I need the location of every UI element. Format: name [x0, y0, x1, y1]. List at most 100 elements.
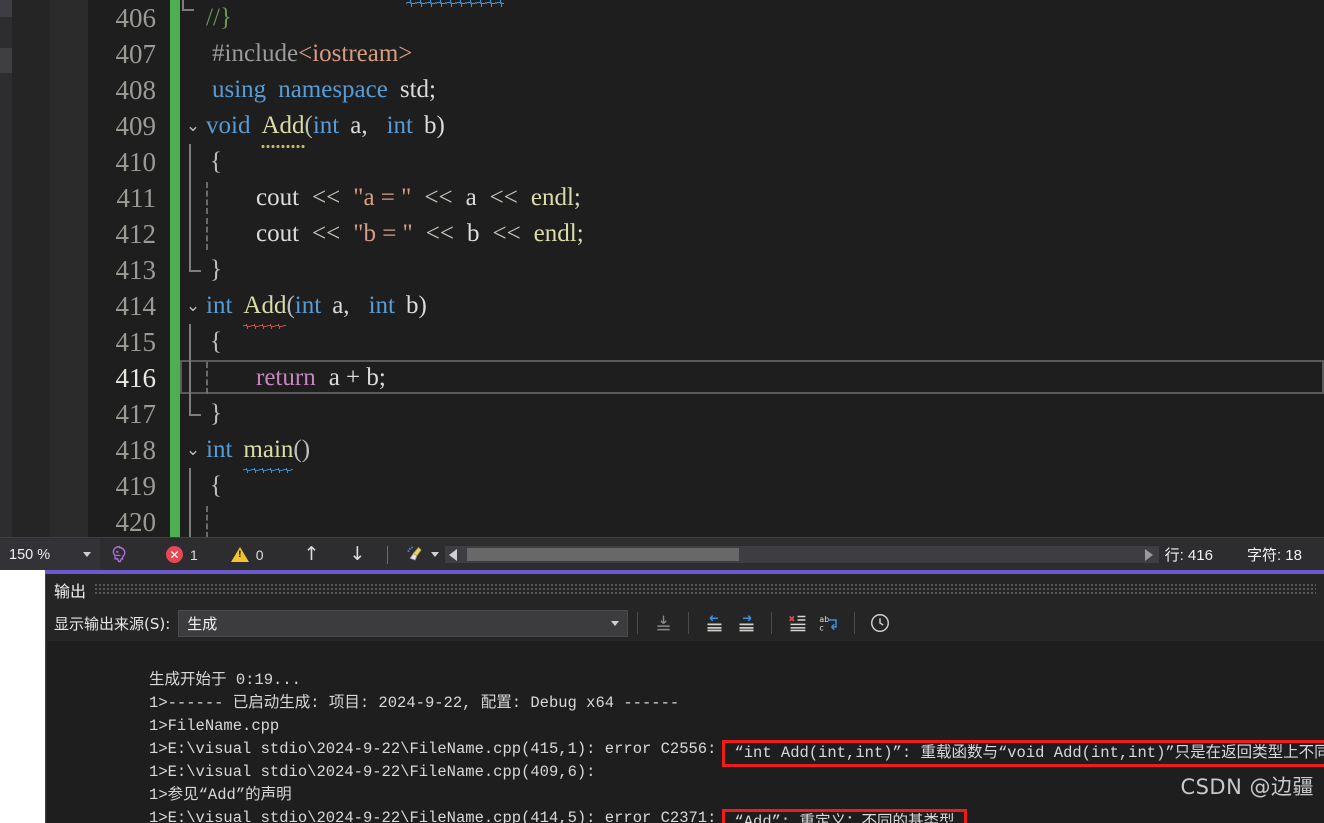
panel-left-gap — [0, 570, 45, 823]
code-line-417[interactable]: 417 } — [88, 392, 1324, 432]
code-line-412[interactable]: 412 cout << "b = " << b << endl; — [88, 216, 1324, 252]
line-number: 416 — [115, 363, 157, 393]
code-line-420[interactable]: 420 — [88, 504, 1324, 537]
code-text[interactable]: cout << "a = " << a << endl; — [180, 180, 1324, 216]
line-number: 407 — [115, 39, 157, 69]
code-text[interactable]: //} — [180, 0, 1324, 36]
scroll-left-arrow-icon[interactable] — [449, 548, 458, 561]
code-text[interactable]: { — [180, 468, 1324, 504]
code-token: int — [294, 292, 322, 319]
code-text[interactable]: } — [180, 248, 1324, 288]
code-text[interactable]: { — [180, 144, 1324, 180]
output-line[interactable]: 1>E:\visual stdio\2024-9-22\FileName.cpp… — [56, 738, 1324, 781]
error-count[interactable]: ✕ 1 — [166, 546, 198, 563]
code-line-411[interactable]: 411 cout << "a = " << a << endl; — [88, 180, 1324, 216]
code-line-416[interactable]: 416 return a + b; — [88, 360, 1324, 396]
code-line-415[interactable]: 415 { — [88, 324, 1324, 360]
change-bar — [170, 108, 180, 144]
code-line-414[interactable]: 414 ⌄ int Add ( int a, int b) — [88, 288, 1324, 329]
code-token: () — [293, 436, 311, 463]
output-line[interactable]: 1>E:\visual stdio\2024-9-22\FileName.cpp… — [56, 807, 1324, 823]
code-line-407[interactable]: 407 #include <iostream> — [88, 36, 1324, 72]
fold-chevron-down-icon[interactable]: ⌄ — [184, 441, 202, 459]
caret-line-indicator: 行: 416 — [1164, 547, 1213, 564]
error-count-value: 1 — [190, 546, 198, 563]
intellicode-icon[interactable] — [100, 544, 138, 565]
output-line-error-c2371[interactable]: 1>E:\visual stdio\2024-9-22\FileName.cpp… — [56, 784, 1324, 823]
chevron-down-icon[interactable] — [83, 552, 91, 557]
warning-count[interactable]: 0 — [230, 547, 264, 563]
code-token: namespace — [278, 76, 388, 103]
change-bar — [170, 324, 180, 360]
line-number: 418 — [115, 435, 157, 465]
code-token: Add — [261, 108, 305, 149]
code-text[interactable] — [180, 504, 1324, 537]
find-previous-icon[interactable] — [698, 609, 730, 637]
code-line-406[interactable]: 406 //} — [88, 0, 1324, 36]
code-token: return — [256, 364, 316, 391]
code-text[interactable]: ⌄ int main () — [180, 432, 1324, 473]
divider — [771, 612, 773, 634]
code-token: b) — [405, 292, 427, 319]
code-cleanup-button[interactable] — [406, 545, 440, 565]
toggle-timestamp-icon[interactable] — [864, 609, 896, 637]
horizontal-scrollbar[interactable] — [445, 546, 1159, 563]
output-panel: 输出 显示输出来源(S): 生成 ab c 生成开始于 0:19... 1>--… — [0, 570, 1324, 823]
structure-guide — [189, 180, 191, 216]
scrollbar-thumb[interactable] — [467, 548, 740, 561]
code-text[interactable]: #include <iostream> — [180, 36, 1324, 72]
code-text[interactable]: } — [180, 392, 1324, 432]
panel-drag-grip[interactable] — [95, 583, 1316, 596]
code-line-413[interactable]: 413 } — [88, 248, 1324, 288]
editor-breakpoint-gutter[interactable] — [50, 0, 88, 537]
change-bar — [170, 252, 180, 288]
code-text[interactable]: using namespace std; — [180, 72, 1324, 108]
output-source-select[interactable]: 生成 — [178, 609, 629, 637]
chevron-down-icon[interactable] — [431, 552, 440, 557]
code-token: #include — [212, 40, 299, 67]
code-editor[interactable]: 406 //} 407 #include <iostream> 408 usin… — [88, 0, 1324, 537]
code-token: { — [210, 148, 222, 175]
zoom-level-combo[interactable]: 150 % — [0, 539, 100, 570]
arrow-down-icon[interactable]: ↓ — [350, 545, 366, 564]
code-token: << — [489, 184, 518, 211]
code-line-418[interactable]: 418 ⌄ int main () — [88, 432, 1324, 473]
output-text-area[interactable]: 生成开始于 0:19... 1>------ 已启动生成: 项目: 2024-9… — [47, 641, 1324, 823]
line-number: 411 — [116, 183, 157, 213]
code-text[interactable]: ⌄ void Add ( int a, int b) — [180, 108, 1324, 149]
find-next-icon[interactable] — [730, 609, 762, 637]
code-token: endl; — [533, 220, 584, 247]
code-text[interactable]: ⌄ int Add ( int a, int b) — [180, 288, 1324, 329]
jump-to-source-icon[interactable] — [647, 609, 679, 637]
window-left-edge — [0, 0, 12, 537]
chevron-down-icon[interactable] — [611, 620, 620, 626]
code-lines: 406 //} 407 #include <iostream> 408 usin… — [88, 0, 1324, 537]
fold-chevron-down-icon[interactable]: ⌄ — [184, 297, 202, 315]
arrow-up-icon[interactable]: ↑ — [304, 545, 320, 564]
code-token: <iostream> — [298, 40, 413, 67]
code-text[interactable]: { — [180, 324, 1324, 360]
scroll-right-arrow-icon[interactable] — [1144, 548, 1153, 561]
code-text[interactable]: return a + b; — [180, 360, 1324, 396]
code-line-419[interactable]: 419 { — [88, 468, 1324, 504]
word-wrap-icon[interactable]: ab c — [813, 609, 845, 637]
clear-all-icon[interactable] — [781, 609, 813, 637]
divider — [637, 612, 639, 634]
line-number: 412 — [115, 219, 157, 249]
code-text[interactable]: cout << "b = " << b << endl; — [180, 216, 1324, 252]
broom-icon — [407, 546, 422, 561]
output-line-error-c2556[interactable]: 1>E:\visual stdio\2024-9-22\FileName.cpp… — [56, 715, 1324, 767]
zoom-level-value: 150 % — [9, 546, 51, 563]
divider — [854, 612, 856, 634]
fold-chevron-down-icon[interactable]: ⌄ — [184, 117, 202, 135]
code-token: std; — [399, 76, 436, 103]
code-line-408[interactable]: 408 using namespace std; — [88, 72, 1324, 108]
code-line-409[interactable]: 409 ⌄ void Add ( int a, int b) — [88, 108, 1324, 149]
output-line: 1>FileName.cpp — [56, 692, 1324, 735]
line-number: 417 — [115, 399, 157, 429]
code-token: endl; — [530, 184, 581, 211]
code-line-410[interactable]: 410 { — [88, 144, 1324, 180]
change-bar — [170, 396, 180, 432]
code-token: ( — [286, 292, 295, 319]
output-panel-titlebar[interactable]: 输出 — [46, 574, 1324, 605]
